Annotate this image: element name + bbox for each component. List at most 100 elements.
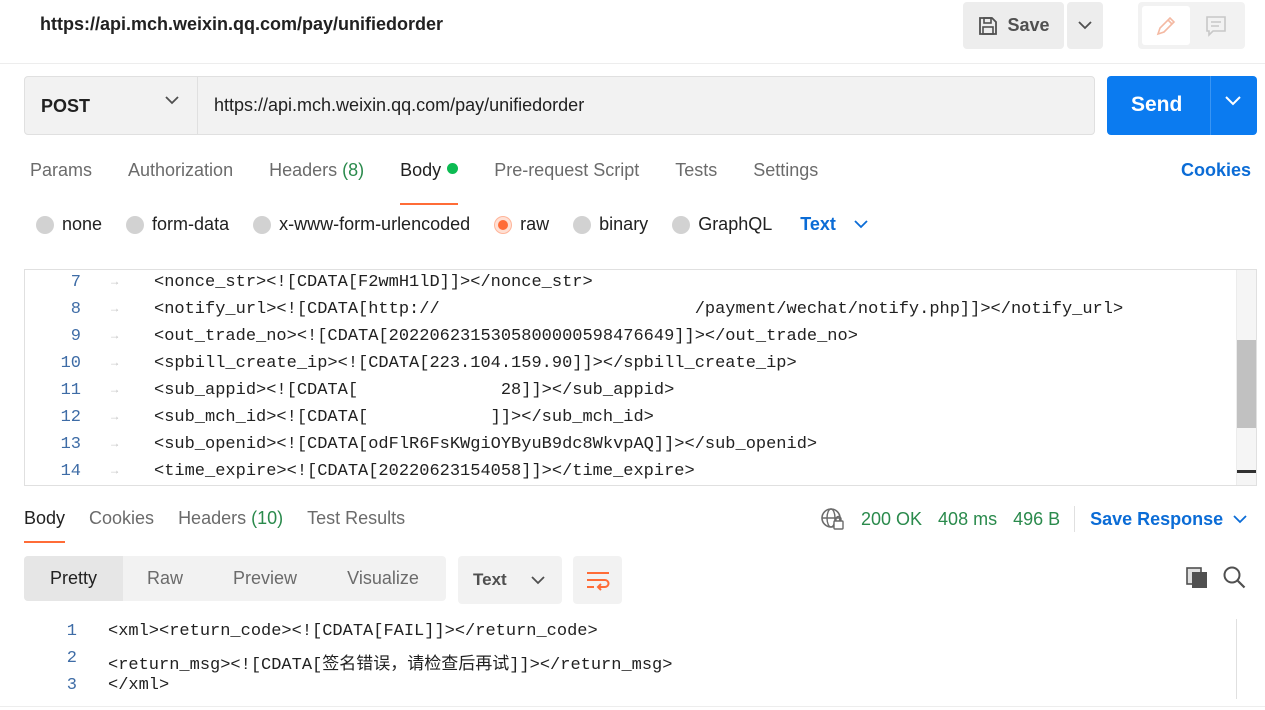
line-number: 13 [60,435,81,454]
view-mode-segmented: Pretty Raw Preview Visualize [24,556,446,601]
view-visualize[interactable]: Visualize [323,556,443,601]
line-text[interactable]: <sub_openid><![CDATA[odFlR6FsKWgiOYByuB9… [154,435,817,454]
line-text[interactable]: <return_msg><![CDATA[签名错误，请检查后再试]]></ret… [108,649,672,675]
radio-form-data[interactable]: form-data [126,214,229,235]
side-actions [1138,2,1245,49]
save-options-button[interactable] [1067,2,1103,49]
radio-circle[interactable] [253,215,272,234]
editor-scrollbar[interactable] [1236,270,1256,485]
save-button-label: Save [1007,15,1050,35]
response-tab-headers[interactable]: Headers (10) [178,508,283,529]
divider [1074,506,1076,532]
chevron-down-icon [531,575,545,584]
edit-button[interactable] [1142,6,1190,45]
radio-x-www-form-urlencoded[interactable]: x-www-form-urlencoded [253,214,470,235]
code-line: 7 → <nonce_str><![CDATA[F2wmH1lD]]></nonce… [25,270,1225,297]
response-scrollbar[interactable] [1236,619,1237,699]
tab-headers[interactable]: Headers (8) [269,160,364,190]
response-size[interactable]: 496 B [1013,509,1060,530]
response-tab-cookies[interactable]: Cookies [89,508,154,529]
body-format-label: Text [800,214,836,234]
line-text[interactable]: <sub_mch_id><![CDATA[ ]]></sub_mch_id> [154,408,654,427]
request-tabs: Params Authorization Headers (8) Body Pr… [30,160,854,205]
tab-label: Body [400,160,442,180]
line-text[interactable]: <nonce_str><![CDATA[F2wmH1lD]]></nonce_s… [154,273,593,292]
method-label: POST [41,96,91,116]
line-text[interactable]: <sub_appid><![CDATA[ 28]]></sub_appid> [154,381,674,400]
line-number: 8 [70,300,81,319]
cookies-link[interactable]: Cookies [1181,160,1251,181]
body-format-select[interactable]: Text [800,214,868,235]
wrap-lines-button[interactable] [573,556,622,604]
tab-pre-request-script[interactable]: Pre-request Script [494,160,639,190]
line-number: 3 [66,676,77,695]
radio-graphql[interactable]: GraphQL [672,214,772,235]
line-number: 2 [66,649,77,668]
tab-count: (8) [342,160,365,180]
send-button[interactable]: Send [1107,76,1257,135]
scrollbar-thumb[interactable] [1237,340,1256,428]
line-text[interactable]: <notify_url><![CDATA[http:// /payment/we… [154,300,1123,319]
chevron-down-icon[interactable] [1225,96,1241,106]
response-meta: 200 OK 408 ms 496 B Save Response [819,506,1247,532]
tab-params[interactable]: Params [30,160,92,190]
radio-circle[interactable] [36,215,54,234]
radio-circle[interactable] [494,215,513,234]
tab-body[interactable]: Body [400,160,459,205]
search-icon[interactable] [1222,565,1248,591]
line-text[interactable]: <spbill_create_ip><![CDATA[223.104.159.9… [154,354,797,373]
radio-circle[interactable] [573,215,592,234]
radio-circle[interactable] [672,215,691,234]
response-format-select[interactable]: Text [458,556,562,604]
radio-none[interactable]: none [36,214,102,235]
status-code[interactable]: 200 OK [861,509,922,530]
tab-settings[interactable]: Settings [753,160,818,190]
line-text[interactable]: <time_expire><![CDATA[20220623154058]]><… [154,462,695,481]
indent-arrow-icon: → [111,437,119,451]
scrollbar-marker [1237,470,1256,473]
line-number: 9 [70,327,81,346]
body-type-radios: none form-data x-www-form-urlencoded raw… [36,214,868,235]
copy-icon[interactable] [1184,565,1210,591]
line-number: 1 [66,622,77,641]
radio-circle[interactable] [126,215,145,234]
request-body-editor[interactable]: 7 → <nonce_str><![CDATA[F2wmH1lD]]></nonce… [24,269,1257,486]
tab-label: Cookies [89,508,155,528]
view-pretty[interactable]: Pretty [24,556,123,601]
line-text[interactable]: </xml> [108,676,169,695]
response-tab-test-results[interactable]: Test Results [307,508,405,529]
view-preview[interactable]: Preview [207,556,323,601]
save-response-button[interactable]: Save Response [1090,509,1247,530]
active-tab-underline [24,541,66,543]
tab-label: Pre-request Script [494,160,640,180]
response-time[interactable]: 408 ms [938,509,997,530]
line-number: 11 [60,381,81,400]
response-body[interactable]: 1 <xml><return_code><![CDATA[FAIL]]></ret… [24,619,1257,710]
tab-tests[interactable]: Tests [675,160,717,190]
view-raw[interactable]: Raw [123,556,207,601]
line-text[interactable]: <out_trade_no><![CDATA[20220623153058000… [154,327,858,346]
save-button[interactable]: Save [963,2,1064,49]
bottom-divider [0,706,1265,707]
tab-label: Body [24,508,66,528]
indent-arrow-icon: → [111,383,119,397]
method-select[interactable]: POST [25,77,198,134]
comments-button[interactable] [1202,12,1230,40]
url-input[interactable] [214,95,1074,116]
radio-label: form-data [152,214,230,234]
tab-authorization[interactable]: Authorization [128,160,233,190]
chevron-down-icon [1233,514,1247,523]
save-icon [979,16,998,35]
radio-raw[interactable]: raw [494,214,549,235]
line-text[interactable]: <xml><return_code><![CDATA[FAIL]]></retu… [108,622,598,641]
title-bar: https://api.mch.weixin.qq.com/pay/unifie… [0,0,1265,64]
request-title[interactable]: https://api.mch.weixin.qq.com/pay/unifie… [40,14,443,35]
indent-arrow-icon: → [111,356,119,370]
code-line: 9 → <out_trade_no><![CDATA[202206231530580… [25,324,1225,351]
indent-arrow-icon: → [111,275,119,289]
tab-label: Authorization [128,160,234,180]
radio-binary[interactable]: binary [573,214,648,235]
response-tab-body[interactable]: Body [24,508,66,543]
globe-icon[interactable] [819,506,845,532]
line-number: 7 [70,273,81,292]
